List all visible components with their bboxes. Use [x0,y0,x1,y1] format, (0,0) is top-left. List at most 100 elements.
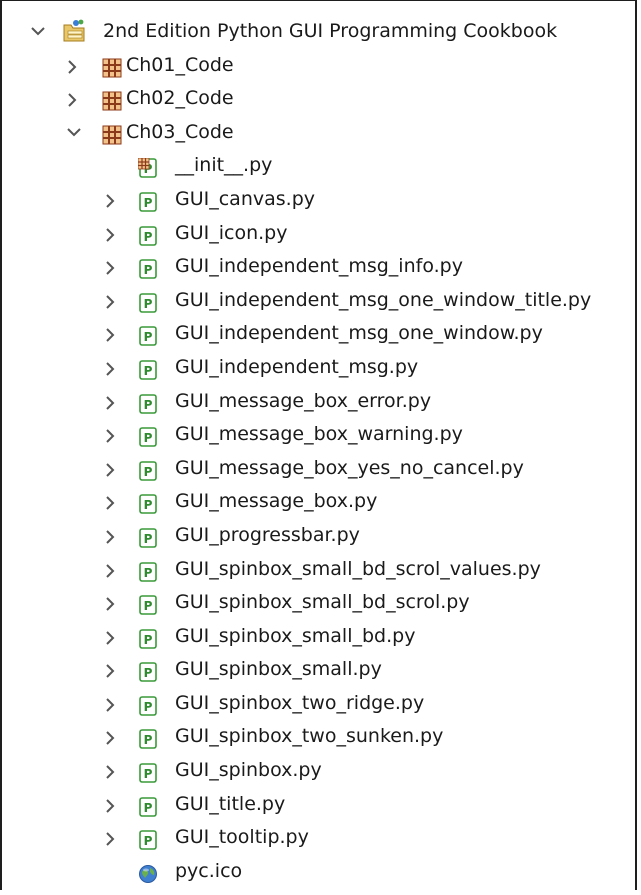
chevron-right-icon[interactable] [102,788,122,822]
chevron-right-icon[interactable] [102,250,122,284]
chevron-right-icon[interactable] [102,720,122,754]
chevron-right-icon[interactable] [102,653,122,687]
file-label: GUI_spinbox_two_ridge.py [175,691,425,714]
file-label: GUI_canvas.py [175,187,315,210]
tree-row-file[interactable]: P GUI_message_box.py [0,485,641,519]
svg-text:P: P [144,566,153,580]
tree-row-file[interactable]: P GUI_message_box_error.py [0,385,641,419]
tree-row-project[interactable]: 2nd Edition Python GUI Programming Cookb… [0,15,641,49]
tree-row-file[interactable]: P GUI_message_box_warning.py [0,418,641,452]
chevron-right-icon[interactable] [102,418,122,452]
file-label: GUI_spinbox_small_bd_scrol_values.py [175,557,541,580]
python-module-icon: P [138,694,158,716]
chevron-right-icon[interactable] [102,351,122,385]
tree-row-folder[interactable]: Ch03_Code [0,116,641,150]
tree-row-file[interactable]: P GUI_message_box_yes_no_cancel.py [0,452,641,486]
python-module-icon: P [138,593,158,615]
chevron-right-icon[interactable] [102,687,122,721]
tree-row-folder[interactable]: Ch02_Code [0,82,641,116]
chevron-right-icon[interactable] [102,519,122,553]
tree-row-file[interactable]: P GUI_spinbox_two_ridge.py [0,687,641,721]
tree-row-file[interactable]: P GUI_icon.py [0,217,641,251]
chevron-right-icon[interactable] [102,183,122,217]
python-module-icon: P [138,828,158,851]
python-module-icon: P [138,727,158,750]
chevron-right-icon[interactable] [102,620,122,654]
tree-row-file[interactable]: P __init__.py [0,149,641,183]
tree-row-file[interactable]: P GUI_spinbox_two_sunken.py [0,720,641,754]
file-label: GUI_message_box.py [175,490,378,513]
tree-row-file[interactable]: P GUI_spinbox_small_bd.py [0,620,641,654]
python-module-icon: P [138,425,158,447]
svg-text:P: P [144,330,153,344]
chevron-right-icon[interactable] [102,553,122,587]
tree-row-file[interactable]: P GUI_progressbar.py [0,519,641,553]
tree-row-folder[interactable]: Ch01_Code [0,49,641,83]
svg-text:P: P [144,801,153,815]
tree-row-file[interactable]: P GUI_spinbox_small_bd_scrol_values.py [0,553,641,587]
tree-row-file[interactable]: P GUI_canvas.py [0,183,641,217]
chevron-right-icon[interactable] [102,217,122,251]
svg-text:P: P [144,263,153,277]
tree-row-file[interactable]: P GUI_independent_msg.py [0,351,641,385]
file-label: GUI_icon.py [175,221,288,244]
python-module-icon: P [138,257,158,279]
file-label: GUI_spinbox.py [175,759,322,782]
tree-row-file[interactable]: P GUI_spinbox.py [0,754,641,788]
chevron-right-icon[interactable] [102,284,122,318]
file-label: GUI_independent_msg_one_window.py [175,322,543,345]
tree-row-file[interactable]: pyc.ico [0,855,641,889]
tree-row-file[interactable]: P GUI_title.py [0,788,641,822]
project-label: 2nd Edition Python GUI Programming Cookb… [103,20,558,42]
package-explorer-tree: 2nd Edition Python GUI Programming Cookb… [0,15,641,888]
python-module-icon: P [138,795,158,817]
tree-row-file[interactable]: P GUI_spinbox_small_bd_scrol.py [0,586,641,620]
chevron-right-icon[interactable] [102,452,122,486]
svg-text:P: P [144,834,153,848]
svg-text:P: P [144,297,153,311]
file-list: P __init__.py P GUI_canvas.py P GUI_icon.py… [0,149,641,888]
python-module-icon: P [138,324,158,347]
tree-row-file[interactable]: P GUI_independent_msg_one_window_title.py [0,284,641,318]
svg-text:P: P [144,230,153,244]
file-label: pyc.ico [175,859,243,882]
file-label: GUI_title.py [175,792,286,815]
svg-text:P: P [144,733,153,747]
python-module-icon: P [138,392,158,414]
chevron-right-icon[interactable] [64,49,84,83]
python-module-icon: P [138,190,158,212]
svg-text:P: P [144,700,153,714]
python-module-icon: P [138,492,158,515]
chevron-right-icon[interactable] [102,821,122,855]
tree-row-file[interactable]: P GUI_tooltip.py [0,821,641,855]
globe-icon [138,862,158,883]
svg-text:P: P [144,767,153,781]
file-label: GUI_independent_msg.py [175,355,419,378]
file-label: GUI_message_box_warning.py [175,423,463,446]
chevron-down-icon[interactable] [28,15,48,49]
package-icon [102,56,122,78]
svg-text:P: P [144,364,153,378]
python-module-icon: P [138,526,158,548]
chevron-right-icon[interactable] [102,385,122,419]
svg-text:P: P [144,532,153,546]
python-module-icon: P [138,560,158,582]
tree-row-file[interactable]: P GUI_spinbox_small.py [0,653,641,687]
chevron-right-icon[interactable] [64,82,84,116]
chevron-down-icon[interactable] [64,116,84,150]
pydev-project-icon [62,19,85,42]
chevron-right-icon[interactable] [102,485,122,519]
file-label: __init__.py [175,154,273,177]
python-module-icon: P [138,459,158,481]
svg-text:P: P [144,465,153,479]
chevron-right-icon[interactable] [102,754,122,788]
file-label: GUI_message_box_yes_no_cancel.py [175,456,524,479]
python-module-icon: P [138,291,158,313]
tree-row-file[interactable]: P GUI_independent_msg_one_window.py [0,317,641,351]
chevron-right-icon[interactable] [102,317,122,351]
chevron-right-icon[interactable] [102,586,122,620]
tree-row-file[interactable]: P GUI_independent_msg_info.py [0,250,641,284]
svg-text:P: P [144,599,153,613]
package-icon [102,123,122,145]
svg-text:P: P [144,633,153,647]
